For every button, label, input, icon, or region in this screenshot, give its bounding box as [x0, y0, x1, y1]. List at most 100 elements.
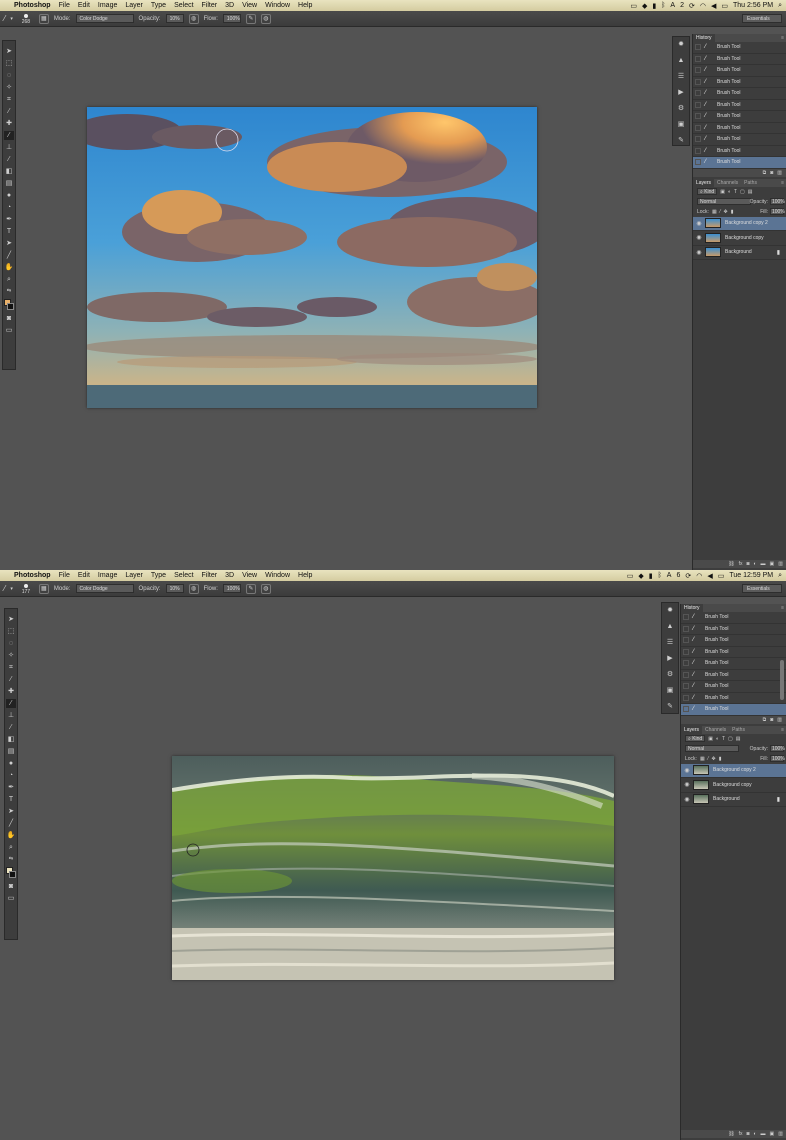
history-snapshot-box[interactable]: [683, 637, 689, 644]
crop-tool-icon[interactable]: ⌗: [4, 95, 14, 104]
tab-channels[interactable]: Channels: [714, 179, 741, 187]
dodge-tool-icon[interactable]: ◔: [6, 771, 16, 780]
menu-image[interactable]: Image: [98, 572, 117, 579]
menu-image[interactable]: Image: [98, 2, 117, 9]
history-item[interactable]: ⁄ Brush Tool: [693, 65, 786, 77]
add-mask-icon[interactable]: ◙: [746, 1131, 749, 1137]
dropbox-icon[interactable]: ◆: [638, 572, 643, 580]
histogram-icon[interactable]: ▲: [665, 622, 675, 632]
trash-icon[interactable]: ▥: [777, 717, 782, 723]
lock-position-icon[interactable]: ✥: [712, 756, 716, 762]
filter-pixel-icon[interactable]: ▣: [708, 736, 713, 742]
menu-3d[interactable]: 3D: [225, 572, 234, 579]
move-tool-icon[interactable]: ➤: [6, 615, 16, 624]
brush-size-preview[interactable]: 177: [18, 583, 34, 595]
menu-select[interactable]: Select: [174, 572, 193, 579]
history-snapshot-box[interactable]: [695, 147, 701, 154]
quick-mask-icon[interactable]: ◙: [4, 314, 14, 323]
eyedropper-tool-icon[interactable]: ⁄: [6, 675, 16, 684]
layer-opacity-field[interactable]: 100%: [770, 745, 785, 752]
history-snapshot-box[interactable]: [695, 124, 701, 131]
layer-kind-filter[interactable]: ⌕ Kind: [685, 735, 706, 742]
panel-menu-icon[interactable]: ≡: [781, 604, 784, 612]
menu-app-name[interactable]: Photoshop: [14, 2, 51, 9]
history-item[interactable]: ⁄ Brush Tool: [681, 635, 786, 647]
lock-all-icon[interactable]: ▮: [719, 756, 722, 762]
eyedropper-tool-icon[interactable]: ⁄: [4, 107, 14, 116]
blend-mode-dropdown[interactable]: Normal: [697, 198, 751, 205]
filter-shape-icon[interactable]: ▢: [728, 736, 733, 742]
brush-tool-icon[interactable]: ⁄: [4, 131, 14, 140]
menu-3d[interactable]: 3D: [225, 2, 234, 9]
volume-icon[interactable]: ◀: [711, 2, 716, 10]
path-select-tool-icon[interactable]: ➤: [4, 239, 14, 248]
layer-row[interactable]: ◉ Background copy: [693, 231, 786, 246]
eraser-tool-icon[interactable]: ◧: [6, 735, 16, 744]
workspace-switcher[interactable]: Essentials: [742, 14, 782, 23]
history-snapshot-box[interactable]: [695, 55, 701, 62]
healing-brush-tool-icon[interactable]: ✚: [4, 119, 14, 128]
panel-menu-icon[interactable]: ≡: [781, 179, 784, 187]
background-color-swatch[interactable]: [9, 871, 16, 878]
history-brush-tool-icon[interactable]: ⁄: [6, 723, 16, 732]
history-snapshot-box[interactable]: [695, 78, 701, 85]
blur-tool-icon[interactable]: ●: [6, 759, 16, 768]
line-tool-icon[interactable]: ╱: [6, 819, 16, 828]
camera-icon[interactable]: ▭: [630, 2, 637, 10]
filter-smart-icon[interactable]: ▤: [748, 189, 753, 195]
brush-preset-icon[interactable]: ⁄: [4, 14, 5, 23]
healing-brush-tool-icon[interactable]: ✚: [6, 687, 16, 696]
history-snapshot-box[interactable]: [695, 136, 701, 143]
lock-image-icon[interactable]: ⁄: [720, 209, 721, 215]
zoom-tool-icon[interactable]: ⌕: [6, 843, 16, 852]
add-mask-icon[interactable]: ◙: [746, 561, 749, 567]
clock[interactable]: Tue 12:59 PM: [729, 572, 773, 579]
color-swatches[interactable]: [6, 867, 16, 879]
lock-image-icon[interactable]: ⁄: [708, 756, 709, 762]
quick-mask-icon[interactable]: ◙: [6, 882, 16, 891]
tab-paths[interactable]: Paths: [729, 726, 748, 734]
layer-row[interactable]: ◉ Background copy: [681, 778, 786, 793]
history-brush-tool-icon[interactable]: ⁄: [4, 155, 14, 164]
properties-icon[interactable]: ⚙: [665, 670, 675, 680]
adjustment-layer-icon[interactable]: ◐: [754, 561, 757, 567]
snapshot-camera-icon[interactable]: ◙: [770, 717, 773, 723]
document-canvas[interactable]: [87, 107, 537, 408]
wifi-icon[interactable]: ◠: [696, 572, 702, 580]
fill-field[interactable]: 100%: [770, 755, 785, 762]
history-snapshot-box[interactable]: [695, 101, 701, 108]
bluetooth-icon[interactable]: ᛒ: [658, 572, 662, 579]
opacity-field[interactable]: 10%: [165, 584, 184, 593]
quick-select-tool-icon[interactable]: ✧: [4, 83, 14, 92]
new-group-icon[interactable]: ▬: [761, 561, 766, 567]
opacity-field[interactable]: 10%: [165, 14, 184, 23]
new-group-icon[interactable]: ▬: [761, 1131, 766, 1137]
hand-tool-icon[interactable]: ✋: [6, 831, 16, 840]
fx-icon[interactable]: fx: [739, 561, 743, 567]
lock-transparent-icon[interactable]: ▦: [700, 756, 705, 762]
notes-icon[interactable]: ✎: [676, 136, 686, 146]
menu-layer[interactable]: Layer: [125, 572, 143, 579]
path-select-tool-icon[interactable]: ➤: [6, 807, 16, 816]
history-snapshot-box[interactable]: [683, 648, 689, 655]
adobe-icon[interactable]: A: [670, 2, 675, 9]
filter-adjust-icon[interactable]: ◐: [728, 189, 731, 195]
visibility-eye-icon[interactable]: ◉: [681, 767, 693, 774]
menu-help[interactable]: Help: [298, 572, 312, 579]
pressure-size-icon[interactable]: ◍: [260, 13, 271, 24]
history-snapshot-box[interactable]: [695, 159, 701, 166]
trash-icon[interactable]: ▥: [777, 170, 782, 176]
hand-tool-icon[interactable]: ✋: [4, 263, 14, 272]
menu-window[interactable]: Window: [265, 2, 290, 9]
info-icon[interactable]: ☰: [676, 72, 686, 82]
properties-icon[interactable]: ⚙: [676, 104, 686, 114]
tab-layers[interactable]: Layers: [693, 178, 715, 187]
move-tool-icon[interactable]: ➤: [4, 47, 14, 56]
color-swatches[interactable]: [4, 299, 14, 311]
quick-select-tool-icon[interactable]: ✧: [6, 651, 16, 660]
filter-pixel-icon[interactable]: ▣: [720, 189, 725, 195]
history-snapshot-box[interactable]: [683, 706, 689, 713]
clone-source-icon[interactable]: ▣: [665, 686, 675, 696]
flow-field[interactable]: 100%: [222, 584, 241, 593]
gradient-tool-icon[interactable]: ▤: [6, 747, 16, 756]
